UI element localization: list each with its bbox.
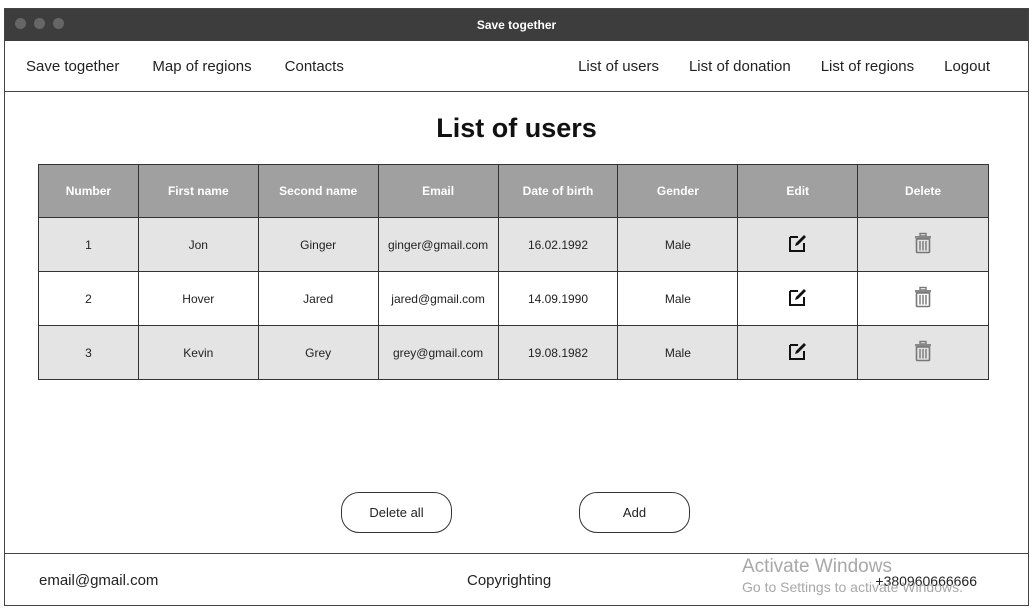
trash-icon[interactable] — [912, 340, 934, 362]
maximize-window-button[interactable] — [53, 18, 64, 29]
edit-icon[interactable] — [787, 232, 809, 254]
window-title: Save together — [476, 18, 557, 32]
cell-second-name: Jared — [257, 271, 379, 326]
column-header-delete: Delete — [857, 164, 989, 218]
column-header-date-of-birth: Date of birth — [497, 164, 619, 218]
cell-number: 3 — [38, 325, 139, 380]
delete-all-button[interactable]: Delete all — [341, 492, 452, 533]
cell-delete — [857, 217, 989, 272]
cell-first-name: Kevin — [137, 325, 259, 380]
trash-icon[interactable] — [912, 286, 934, 308]
footer-email: email@gmail.com — [39, 572, 159, 589]
nav-link-list-of-donation[interactable]: List of donation — [689, 58, 791, 75]
footer-copyright: Copyrighting — [467, 572, 552, 589]
cell-edit — [737, 217, 859, 272]
footer-phone: +380960666666 — [875, 573, 977, 589]
cell-gender: Male — [617, 271, 739, 326]
cell-number: 1 — [38, 217, 139, 272]
users-table: Number First name Second name Email Date… — [38, 164, 989, 380]
edit-icon[interactable] — [787, 340, 809, 362]
cell-delete — [857, 325, 989, 380]
cell-email: jared@gmail.com — [377, 271, 499, 326]
table-row: 1 Jon Ginger ginger@gmail.com 16.02.1992… — [38, 217, 989, 272]
table-row: 3 Kevin Grey grey@gmail.com 19.08.1982 M… — [38, 325, 989, 380]
page-title: List of users — [436, 113, 597, 143]
cell-gender: Male — [617, 325, 739, 380]
cell-email: grey@gmail.com — [377, 325, 499, 380]
cell-date-of-birth: 14.09.1990 — [497, 271, 619, 326]
cell-first-name: Jon — [137, 217, 259, 272]
column-header-email: Email — [377, 164, 499, 218]
cell-date-of-birth: 19.08.1982 — [497, 325, 619, 380]
cell-second-name: Grey — [257, 325, 379, 380]
nav-link-home[interactable]: Save together — [26, 58, 119, 75]
title-bar: Save together — [5, 9, 1028, 41]
nav-link-list-of-users[interactable]: List of users — [578, 58, 659, 75]
add-button[interactable]: Add — [579, 492, 690, 533]
cell-first-name: Hover — [137, 271, 259, 326]
footer: email@gmail.com Copyrighting +3809606666… — [5, 553, 1028, 605]
table-header-row: Number First name Second name Email Date… — [38, 164, 989, 218]
nav-right: List of users List of donation List of r… — [548, 58, 990, 75]
nav-link-logout[interactable]: Logout — [944, 58, 990, 75]
nav-link-contacts[interactable]: Contacts — [285, 58, 344, 75]
cell-email: ginger@gmail.com — [377, 217, 499, 272]
edit-icon[interactable] — [787, 286, 809, 308]
column-header-first-name: First name — [137, 164, 259, 218]
cell-gender: Male — [617, 217, 739, 272]
column-header-number: Number — [38, 164, 139, 218]
column-header-second-name: Second name — [257, 164, 379, 218]
close-window-button[interactable] — [15, 18, 26, 29]
nav-bar: Save together Map of regions Contacts Li… — [5, 41, 1028, 92]
table-row: 2 Hover Jared jared@gmail.com 14.09.1990… — [38, 271, 989, 326]
trash-icon[interactable] — [912, 232, 934, 254]
nav-left: Save together Map of regions Contacts — [26, 58, 377, 75]
cell-edit — [737, 325, 859, 380]
window-controls — [15, 18, 64, 29]
nav-link-list-of-regions[interactable]: List of regions — [821, 58, 914, 75]
cell-date-of-birth: 16.02.1992 — [497, 217, 619, 272]
minimize-window-button[interactable] — [34, 18, 45, 29]
app-window: Save together Save together Map of regio… — [4, 8, 1029, 606]
cell-delete — [857, 271, 989, 326]
cell-edit — [737, 271, 859, 326]
column-header-gender: Gender — [617, 164, 739, 218]
cell-second-name: Ginger — [257, 217, 379, 272]
column-header-edit: Edit — [737, 164, 859, 218]
cell-number: 2 — [38, 271, 139, 326]
nav-link-map-of-regions[interactable]: Map of regions — [152, 58, 251, 75]
